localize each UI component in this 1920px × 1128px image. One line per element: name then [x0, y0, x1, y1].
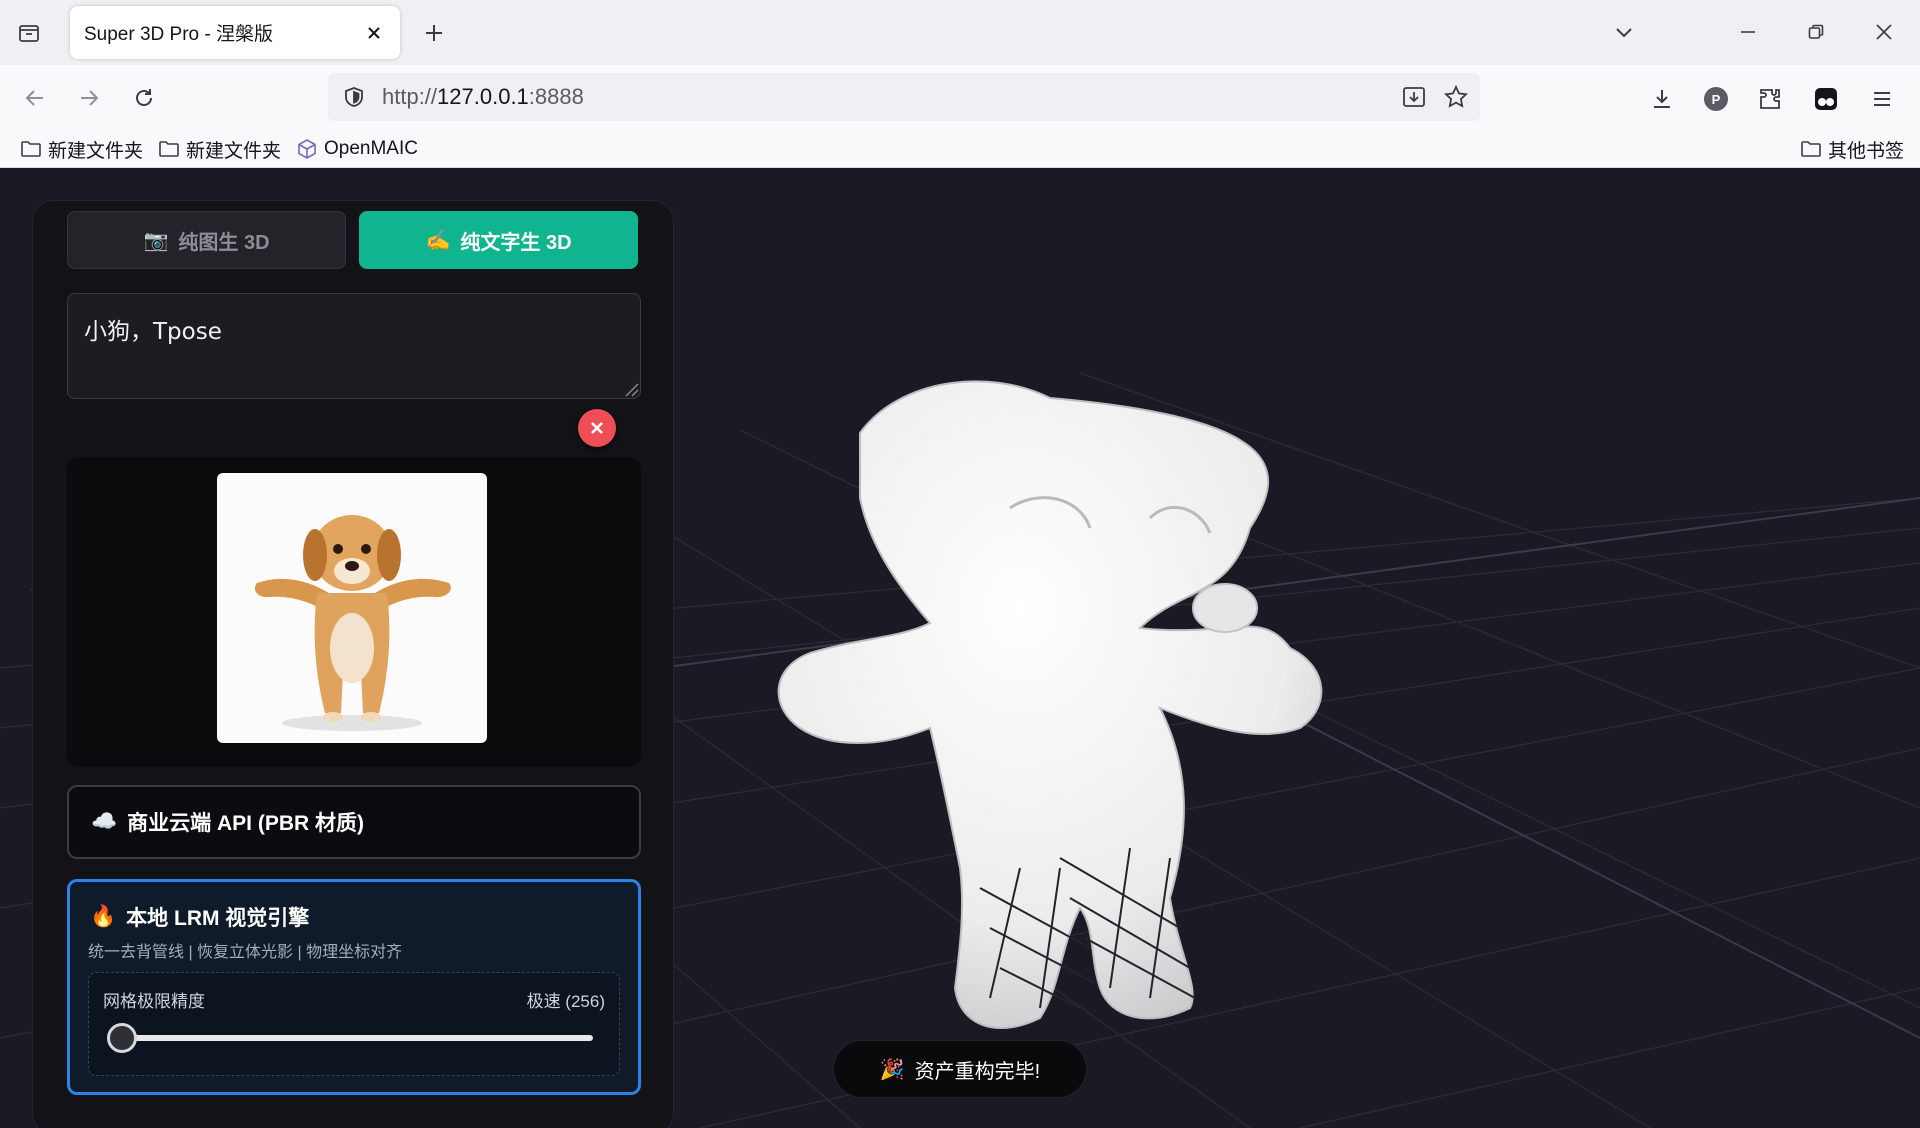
bookmarks-bar: 新建文件夹 新建文件夹 OpenMAIC 其他书签: [0, 130, 1920, 168]
new-tab-icon[interactable]: [420, 19, 448, 47]
tab-strip: Super 3D Pro - 涅槃版: [0, 0, 1920, 65]
mesh-precision-value: 极速 (256): [526, 992, 605, 1011]
back-arrow-icon[interactable]: [18, 81, 52, 115]
cloud-api-label: 商业云端 API (PBR 材质): [127, 812, 364, 835]
openmaic-logo-icon: [298, 139, 316, 159]
tab-title: Super 3D Pro - 涅槃版: [84, 24, 273, 45]
reload-icon[interactable]: [127, 81, 161, 115]
mesh-precision-slider-track[interactable]: [123, 1035, 593, 1041]
reference-dog-image: [217, 473, 487, 743]
extension-app-icon[interactable]: [1808, 81, 1844, 117]
profile-avatar[interactable]: P: [1698, 81, 1734, 117]
close-window-icon[interactable]: [1864, 14, 1904, 50]
local-lrm-header: 🔥 本地 LRM 视觉引擎: [90, 902, 309, 932]
minimize-icon[interactable]: [1728, 14, 1768, 50]
tab-overflow-chevron-icon[interactable]: [1604, 14, 1644, 50]
tab-image-to-3d[interactable]: 📷 纯图生 3D: [67, 211, 346, 269]
status-toast: 🎉 资产重构完毕!: [833, 1040, 1087, 1098]
other-bookmarks[interactable]: 其他书签: [1800, 134, 1904, 164]
3d-dog-model: [777, 380, 1323, 1029]
tab-image-to-3d-label: 纯图生 3D: [178, 231, 270, 254]
url-text[interactable]: http://127.0.0.1:8888: [382, 84, 1396, 110]
tab-text-to-3d[interactable]: ✍️ 纯文字生 3D: [359, 211, 638, 269]
close-icon: [591, 422, 603, 434]
url-bar[interactable]: http://127.0.0.1:8888: [328, 73, 1480, 121]
folder-icon: [1801, 141, 1821, 157]
bookmark-label: 新建文件夹: [48, 140, 144, 162]
party-popper-icon: 🎉: [879, 1058, 905, 1081]
folder-icon: [159, 141, 179, 157]
restore-icon[interactable]: [1796, 14, 1836, 50]
local-lrm-label: 本地 LRM 视觉引擎: [126, 907, 310, 930]
active-tab[interactable]: Super 3D Pro - 涅槃版: [70, 6, 400, 59]
folder-icon: [21, 141, 41, 157]
local-lrm-subtitle: 统一去背管线 | 恢复立体光影 | 物理坐标对齐: [88, 944, 403, 961]
prompt-textarea[interactable]: 小狗，Tpose: [67, 293, 641, 399]
cloud-api-option[interactable]: ☁️ 商业云端 API (PBR 材质): [67, 785, 641, 859]
menu-hamburger-icon[interactable]: [1864, 81, 1900, 117]
bookmark-folder-2[interactable]: 新建文件夹: [158, 134, 281, 164]
downloads-icon[interactable]: [1644, 81, 1680, 117]
app-viewport: 📷 纯图生 3D ✍️ 纯文字生 3D 小狗，Tpose ☁️ 商业云端 API…: [0, 168, 1920, 1128]
bookmark-openmaic[interactable]: OpenMAIC: [296, 134, 418, 164]
mesh-precision-box: 网格极限精度 极速 (256): [88, 972, 620, 1076]
forward-arrow-icon[interactable]: [72, 81, 106, 115]
control-panel: 📷 纯图生 3D ✍️ 纯文字生 3D 小狗，Tpose ☁️ 商业云端 API…: [32, 200, 674, 1128]
writing-hand-icon: ✍️: [425, 229, 451, 252]
url-port: :8888: [528, 84, 584, 109]
toast-text: 资产重构完毕!: [914, 1060, 1041, 1083]
remove-image-button[interactable]: [578, 409, 616, 447]
tab-text-to-3d-label: 纯文字生 3D: [460, 231, 572, 254]
tab-close-icon[interactable]: [362, 21, 386, 45]
bookmark-folder-1[interactable]: 新建文件夹: [20, 134, 143, 164]
fire-icon: 🔥: [90, 905, 117, 928]
shield-icon[interactable]: [340, 83, 368, 111]
image-preview-box: [67, 457, 641, 767]
cloud-icon: ☁️: [91, 810, 118, 833]
other-bookmarks-label: 其他书签: [1828, 140, 1905, 162]
url-host: 127.0.0.1: [437, 84, 529, 109]
tab-list-icon[interactable]: [14, 18, 44, 48]
bookmark-label: OpenMAIC: [324, 138, 418, 159]
nav-bar: http://127.0.0.1:8888 P: [0, 65, 1920, 130]
extensions-icon[interactable]: [1752, 81, 1788, 117]
url-scheme: http://: [382, 84, 438, 109]
resize-grip-icon[interactable]: [621, 379, 639, 397]
mesh-precision-slider-thumb[interactable]: [107, 1023, 137, 1053]
mode-tabs: 📷 纯图生 3D ✍️ 纯文字生 3D: [67, 211, 641, 269]
profile-initial: P: [1712, 92, 1721, 107]
bookmark-label: 新建文件夹: [186, 140, 282, 162]
mesh-precision-label: 网格极限精度: [103, 992, 205, 1011]
bookmark-star-icon[interactable]: [1438, 79, 1474, 115]
install-page-icon[interactable]: [1396, 79, 1432, 115]
camera-icon: 📷: [143, 229, 169, 252]
local-lrm-option[interactable]: 🔥 本地 LRM 视觉引擎 统一去背管线 | 恢复立体光影 | 物理坐标对齐 网…: [67, 879, 641, 1095]
